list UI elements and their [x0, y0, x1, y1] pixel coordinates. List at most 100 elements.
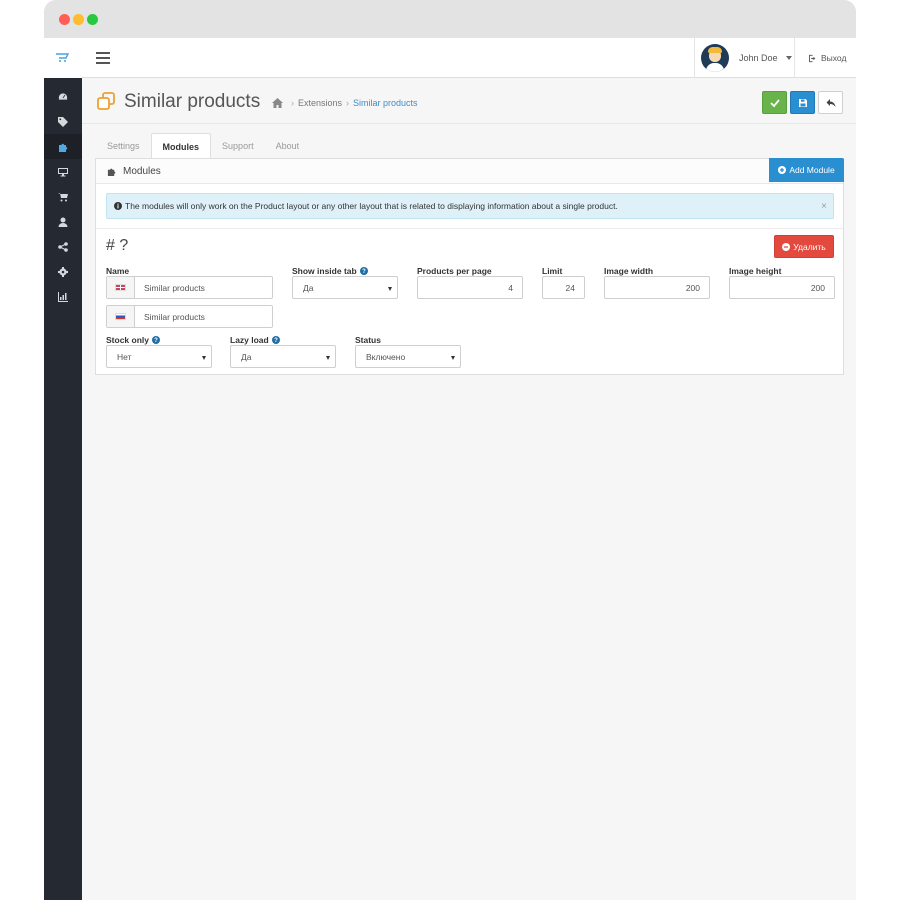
logout-link[interactable]: Выход [794, 38, 856, 78]
image-height-label: Image height [729, 266, 782, 276]
add-module-label: Add Module [789, 165, 835, 175]
breadcrumb-separator: › [291, 98, 294, 108]
main-content: Similar products › Extensions › Similar … [82, 78, 856, 900]
monitor-icon [58, 167, 68, 176]
image-width-input[interactable]: 200 [604, 276, 710, 299]
status-select[interactable]: Включено [355, 345, 461, 368]
panel-title: Modules [123, 166, 161, 177]
products-per-page-input[interactable]: 4 [417, 276, 523, 299]
tags-icon [58, 116, 68, 127]
question-circle-icon[interactable]: ? [359, 267, 368, 275]
sidebar-item-dashboard[interactable] [44, 84, 82, 109]
sidebar-item-design[interactable] [44, 159, 82, 184]
status-label: Status [355, 335, 381, 345]
browser-window: John Doe Выход Similar products › Extens… [44, 0, 856, 900]
share-icon [58, 241, 68, 252]
logo[interactable] [44, 38, 82, 78]
minimize-window-button[interactable] [73, 14, 84, 25]
check-icon [769, 98, 780, 107]
opencart-logo-icon [56, 53, 70, 62]
maximize-window-button[interactable] [87, 14, 98, 25]
svg-text:?: ? [154, 338, 158, 344]
breadcrumb-extensions[interactable]: Extensions [298, 98, 342, 108]
svg-text:?: ? [274, 338, 278, 344]
window-titlebar [44, 0, 856, 38]
puzzle-icon [107, 168, 116, 176]
puzzle-icon [59, 143, 68, 152]
reply-icon [826, 98, 835, 107]
ru-flag-icon [115, 313, 126, 320]
sidebar-item-system[interactable] [44, 259, 82, 284]
save-button[interactable] [762, 91, 787, 114]
sidebar-item-sales[interactable] [44, 184, 82, 209]
question-circle-icon[interactable]: ? [271, 336, 280, 344]
show-inside-tab-select[interactable]: Да [292, 276, 398, 299]
dashboard-icon [58, 92, 68, 100]
avatar [701, 44, 729, 72]
minus-circle-icon [782, 242, 791, 251]
products-per-page-label: Products per page [417, 266, 492, 276]
tab-about[interactable]: About [265, 133, 311, 159]
cog-icon [58, 266, 68, 277]
close-window-button[interactable] [59, 14, 70, 25]
add-module-button[interactable]: Add Module [769, 158, 844, 182]
close-icon[interactable]: × [821, 201, 827, 212]
module-title: # ? [106, 237, 129, 254]
stock-only-select[interactable]: Нет [106, 345, 212, 368]
bar-chart-icon [58, 291, 68, 302]
back-button[interactable] [818, 91, 843, 114]
user-dropdown[interactable]: John Doe [694, 38, 792, 78]
breadcrumb: › Extensions › Similar products [272, 98, 418, 108]
tab-support[interactable]: Support [211, 133, 265, 159]
top-navbar: John Doe Выход [82, 38, 856, 78]
delete-module-button[interactable]: Удалить [774, 235, 834, 258]
info-alert: The modules will only work on the Produc… [106, 193, 834, 219]
sidebar [44, 38, 82, 900]
name-en-field[interactable]: Similar products [106, 276, 273, 299]
breadcrumb-separator: › [346, 98, 350, 108]
modules-panel: Modules Add Module The modules will only… [95, 158, 844, 375]
name-ru-field[interactable]: Similar products [106, 305, 273, 328]
delete-label: Удалить [793, 241, 826, 252]
menu-toggle-icon[interactable] [96, 52, 110, 64]
page-header: Similar products › Extensions › Similar … [82, 78, 856, 124]
chevron-down-icon [785, 56, 792, 60]
alert-text: The modules will only work on the Produc… [125, 201, 618, 211]
breadcrumb-current[interactable]: Similar products [353, 98, 418, 108]
name-label: Name [106, 266, 130, 276]
limit-input[interactable]: 24 [542, 276, 585, 299]
tab-modules[interactable]: Modules [150, 133, 212, 159]
cart-icon [58, 192, 68, 201]
home-icon[interactable] [272, 98, 283, 108]
sidebar-item-extensions[interactable] [44, 134, 82, 159]
plus-circle-icon [778, 166, 787, 174]
logout-label: Выход [821, 53, 847, 63]
panel-heading: Modules Add Module [96, 158, 844, 184]
image-height-input[interactable]: 200 [729, 276, 835, 299]
uk-flag-icon [115, 284, 126, 291]
lazy-load-label: Lazy load ? [230, 335, 280, 345]
user-name: John Doe [739, 53, 778, 63]
divider [96, 228, 843, 229]
sidebar-item-catalog[interactable] [44, 109, 82, 134]
lazy-load-select[interactable]: Да [230, 345, 336, 368]
info-circle-icon [114, 202, 122, 210]
question-circle-icon[interactable]: ? [151, 336, 160, 344]
tab-bar: Settings Modules Support About [96, 133, 310, 159]
sidebar-item-customers[interactable] [44, 209, 82, 234]
svg-text:?: ? [362, 269, 366, 275]
show-inside-tab-label: Show inside tab ? [292, 266, 368, 276]
en-flag-addon [107, 277, 135, 298]
page-title: Similar products [124, 91, 261, 112]
clone-icon [97, 92, 115, 110]
sidebar-item-marketing[interactable] [44, 234, 82, 259]
limit-label: Limit [542, 266, 563, 276]
user-icon [58, 217, 68, 227]
floppy-disk-icon [798, 98, 807, 107]
stock-only-label: Stock only ? [106, 335, 160, 345]
sign-out-icon [809, 54, 816, 62]
sidebar-item-reports[interactable] [44, 284, 82, 309]
image-width-label: Image width [604, 266, 654, 276]
tab-settings[interactable]: Settings [96, 133, 151, 159]
save-and-stay-button[interactable] [790, 91, 815, 114]
